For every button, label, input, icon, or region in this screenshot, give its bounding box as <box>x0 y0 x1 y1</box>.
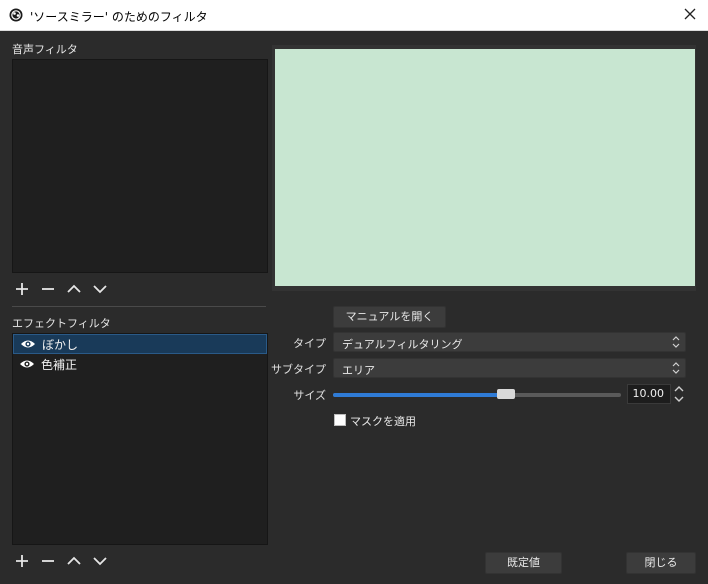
eye-icon[interactable] <box>19 359 35 369</box>
minus-icon <box>42 560 54 562</box>
move-effect-filter-down-button[interactable] <box>91 552 109 570</box>
subtype-label: サブタイプ <box>271 363 326 376</box>
chevron-down-icon <box>93 285 107 294</box>
window-title: 'ソースミラー' のためのフィルタ <box>30 10 208 24</box>
subtype-select[interactable]: エリア <box>333 358 686 378</box>
type-label: タイプ <box>293 337 326 350</box>
up-down-arrows-icon <box>672 336 680 348</box>
size-label: サイズ <box>293 389 326 402</box>
spin-down-icon[interactable] <box>673 394 685 404</box>
eye-icon[interactable] <box>20 339 36 349</box>
obs-logo-icon <box>9 8 23 22</box>
subtype-select-value: エリア <box>342 364 375 377</box>
chevron-down-icon <box>93 557 107 566</box>
type-select-value: デュアルフィルタリング <box>342 338 463 351</box>
audio-filters-list[interactable] <box>12 59 268 273</box>
size-slider-fill <box>333 393 506 397</box>
add-audio-filter-button[interactable] <box>13 280 31 298</box>
effect-filters-toolbar <box>13 552 109 570</box>
remove-effect-filter-button[interactable] <box>39 552 57 570</box>
apply-mask-label: マスクを適用 <box>350 415 416 428</box>
size-spinbox[interactable]: 10.00 <box>627 384 671 404</box>
effect-filters-label: エフェクトフィルタ <box>12 317 111 330</box>
chevron-up-icon <box>67 556 81 565</box>
add-effect-filter-button[interactable] <box>13 552 31 570</box>
up-down-arrows-icon <box>672 362 680 374</box>
open-manual-button[interactable]: マニュアルを開く <box>333 306 446 328</box>
apply-mask-checkbox[interactable] <box>334 414 346 426</box>
effect-filter-item-color-correction[interactable]: 色補正 <box>13 354 267 374</box>
audio-filters-toolbar <box>13 280 109 298</box>
preview-canvas <box>275 49 695 286</box>
close-icon[interactable] <box>682 6 698 22</box>
move-audio-filter-up-button[interactable] <box>65 280 83 298</box>
plus-icon <box>16 555 28 567</box>
move-effect-filter-up-button[interactable] <box>65 552 83 570</box>
chevron-up-icon <box>67 284 81 293</box>
type-select[interactable]: デュアルフィルタリング <box>333 332 686 352</box>
effect-filter-name: 色補正 <box>41 357 78 372</box>
close-button[interactable]: 閉じる <box>626 552 696 574</box>
section-divider <box>12 306 266 307</box>
move-audio-filter-down-button[interactable] <box>91 280 109 298</box>
spin-up-icon[interactable] <box>673 384 685 394</box>
effect-filter-item-blur[interactable]: ぼかし <box>13 334 267 354</box>
plus-icon <box>16 283 28 295</box>
effect-filters-list[interactable]: ぼかし 色補正 <box>12 333 268 545</box>
size-slider-handle[interactable] <box>496 389 515 399</box>
audio-filters-label: 音声フィルタ <box>12 43 78 56</box>
remove-audio-filter-button[interactable] <box>39 280 57 298</box>
minus-icon <box>42 288 54 290</box>
defaults-button[interactable]: 既定値 <box>485 552 562 574</box>
effect-filter-name: ぼかし <box>42 337 79 352</box>
